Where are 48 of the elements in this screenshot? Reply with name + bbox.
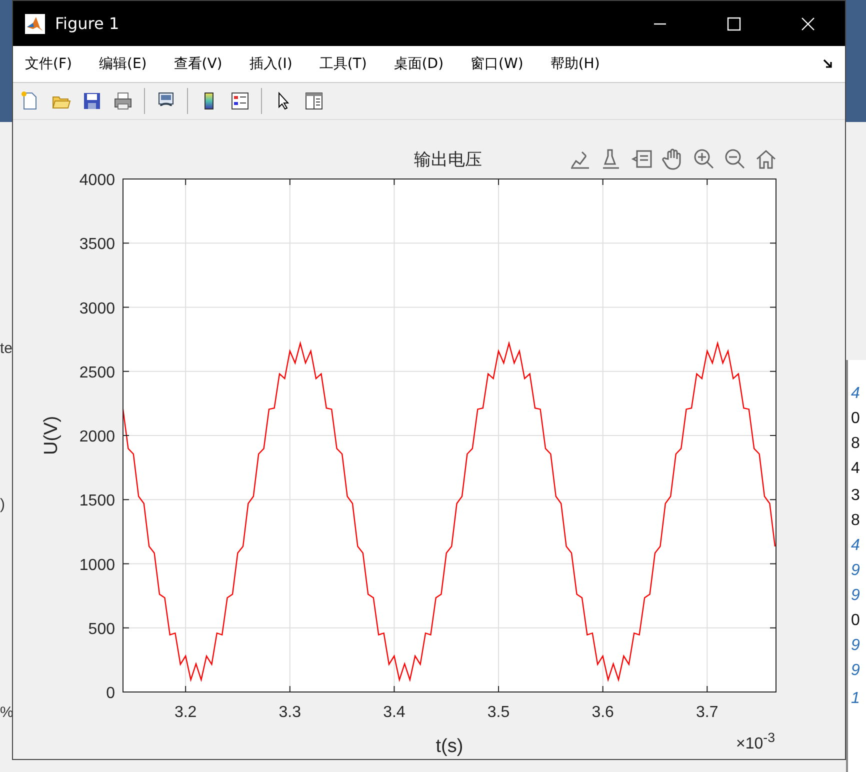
menu-item[interactable]: 插入(I) (241, 52, 300, 76)
y-tick-label: 0 (106, 685, 115, 702)
background-text: 0 (851, 612, 860, 630)
x-tick-label: 3.6 (592, 704, 614, 721)
x-tick-label: 3.2 (174, 704, 197, 721)
chart-title: 输出电压 (414, 150, 482, 170)
menu-item[interactable]: 桌面(D) (386, 52, 452, 76)
y-tick-label: 4000 (79, 172, 115, 189)
dock-arrow-icon[interactable] (823, 59, 833, 69)
y-tick-label: 500 (88, 620, 115, 638)
background-text: 9 (851, 587, 860, 605)
background-text: 3 (851, 487, 860, 505)
background-text: 4 (851, 537, 860, 555)
y-tick-label: 1000 (79, 556, 115, 574)
y-tick-label: 3500 (79, 236, 115, 254)
x-tick-label: 3.3 (278, 704, 302, 721)
y-tick-label: 2500 (79, 364, 115, 382)
app-logo-icon (25, 14, 45, 34)
y-tick-label: 1500 (79, 492, 115, 510)
y-tick-label: 3000 (79, 300, 115, 318)
background-text: 8 (851, 512, 860, 530)
menu-item[interactable]: 文件(F) (17, 52, 80, 76)
menu-item[interactable]: 编辑(E) (90, 52, 155, 76)
menu-item[interactable]: 工具(T) (311, 52, 375, 76)
background-text: 8 (851, 435, 860, 453)
y-tick-label: 2000 (79, 428, 115, 446)
x-axis-label: t(s) (436, 736, 464, 757)
background-text: 0 (851, 410, 860, 428)
axis-exponent: ×10$^{-3}$ (736, 730, 775, 754)
menu-item[interactable]: 窗口(W) (462, 52, 532, 76)
x-tick-label: 3.4 (383, 704, 406, 721)
background-text: te (0, 340, 13, 357)
background-text: 1 (851, 690, 860, 708)
y-axis-label: U(V) (41, 416, 62, 456)
x-tick-label: 3.5 (487, 704, 510, 721)
background-text: ) (0, 496, 5, 513)
minimize-icon (654, 22, 666, 24)
menu-item[interactable]: 帮助(H) (542, 52, 608, 76)
maximize-icon (727, 16, 741, 30)
window-title: Figure 1 (55, 14, 120, 33)
background-text: 9 (851, 662, 860, 680)
background-text: 4 (851, 385, 860, 403)
x-tick-label: 3.7 (696, 704, 718, 721)
background-text: 9 (851, 637, 860, 655)
close-icon (801, 16, 815, 30)
background-text: 4 (851, 460, 860, 478)
menu-item[interactable]: 查看(V) (166, 52, 230, 76)
background-text: 9 (851, 562, 860, 580)
